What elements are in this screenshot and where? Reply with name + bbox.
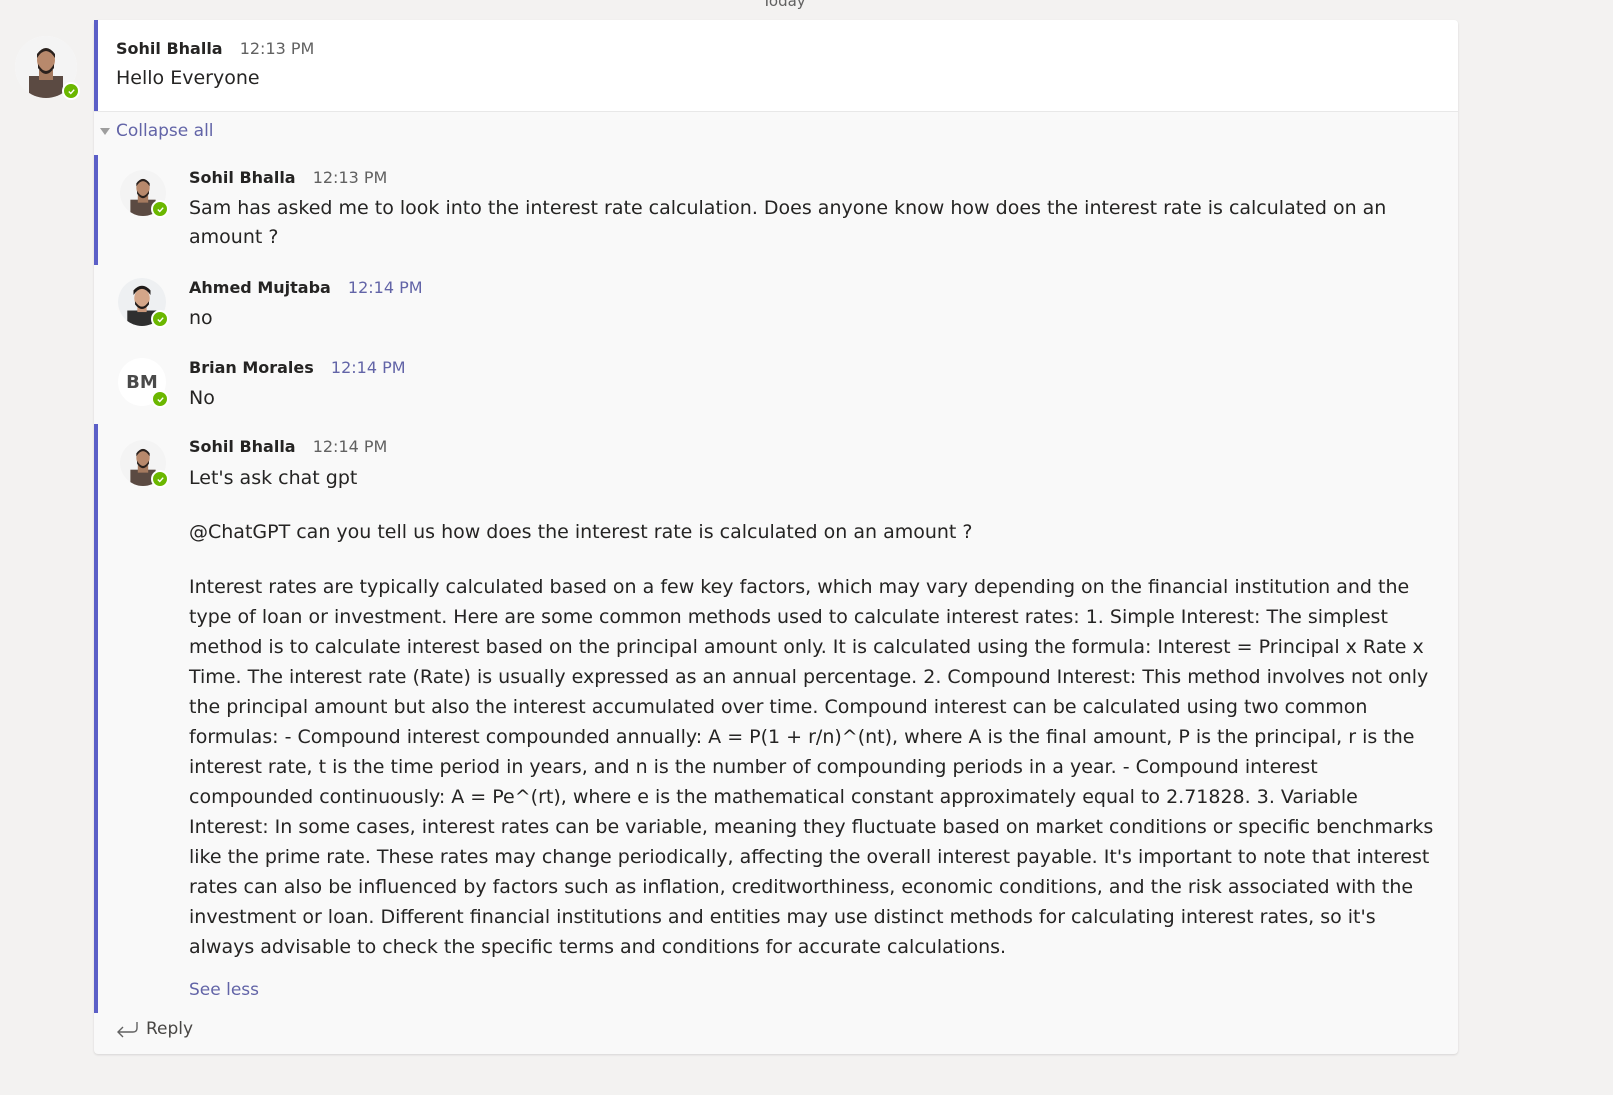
message-time: 12:14 PM [312,437,388,456]
message-text: No [189,387,215,409]
message-time: 12:13 PM [312,168,388,187]
reply-icon [117,1022,138,1038]
message-body: Interest rates are typically calculated … [189,576,1434,958]
chevron-down-icon [100,127,110,135]
message-time: 12:14 PM [347,278,423,297]
presence-available-icon [151,310,169,328]
message-author: Sohil Bhalla [116,39,223,58]
message-text: Let's ask chat gpt [189,467,358,489]
presence-available-icon [151,390,169,408]
collapse-all-label: Collapse all [116,121,214,141]
presence-available-icon [151,470,169,488]
message-text: Sam has asked me to look into the intere… [189,197,1387,248]
reply-button[interactable]: Reply [116,1019,193,1039]
root-message[interactable]: Sohil Bhalla 12:13 PM Hello Everyone [94,20,1458,112]
avatar[interactable] [120,170,169,218]
message-author: Sohil Bhalla [189,168,296,187]
collapse-all-button[interactable]: Collapse all [100,121,214,141]
thread-indicator [94,155,98,265]
see-less-link[interactable]: See less [189,980,259,1000]
thread-indicator [94,20,98,111]
presence-available-icon [62,82,80,100]
message-author: Sohil Bhalla [189,437,296,456]
message-time: 12:14 PM [330,358,406,377]
message-header: Sohil Bhalla 12:13 PM [189,168,387,187]
message-header: Ahmed Mujtaba 12:14 PM [189,278,423,297]
message-header: Brian Morales 12:14 PM [189,358,406,377]
avatar[interactable]: BM [118,358,169,408]
message-author: Ahmed Mujtaba [189,278,331,297]
avatar[interactable] [120,440,169,488]
message-text: no [189,307,213,329]
avatar[interactable] [118,278,169,328]
thread-indicator [94,424,98,1013]
message-time: 12:13 PM [239,39,315,58]
presence-available-icon [151,200,169,218]
reply-label: Reply [146,1019,194,1039]
date-divider: Today [762,0,806,10]
message-header: Sohil Bhalla 12:14 PM [189,437,387,456]
message-author: Brian Morales [189,358,314,377]
message-text: @ChatGPT can you tell us how does the in… [189,521,973,543]
avatar[interactable] [15,36,80,100]
message-text: Hello Everyone [116,67,260,89]
